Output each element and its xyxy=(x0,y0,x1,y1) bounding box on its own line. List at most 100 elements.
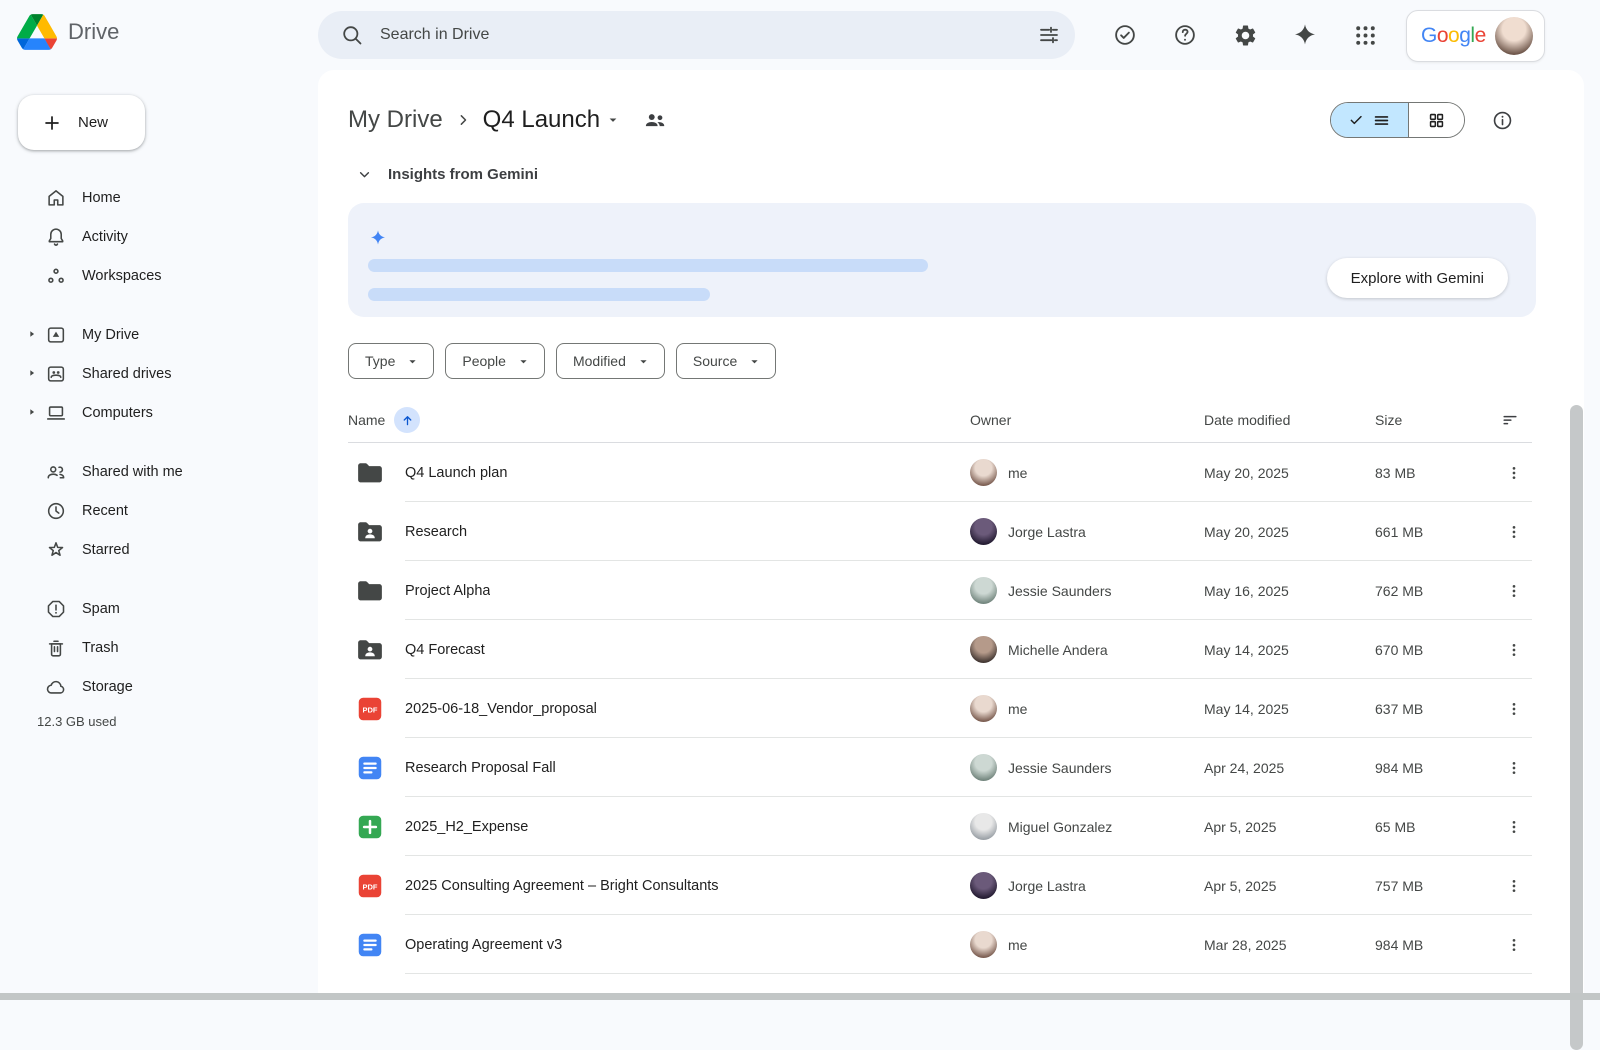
file-row[interactable]: ResearchJorge LastraMay 20, 2025661 MB xyxy=(348,502,1532,561)
date-modified: May 16, 2025 xyxy=(1204,583,1375,599)
sidebar-item-shared-with-me[interactable]: Shared with me xyxy=(0,452,306,491)
column-header-modified[interactable]: Date modified xyxy=(1204,412,1375,428)
filter-chip-people[interactable]: People xyxy=(445,343,545,379)
column-header-owner[interactable]: Owner xyxy=(970,412,1204,428)
chevron-down-icon xyxy=(356,166,373,183)
breadcrumb-current[interactable]: Q4 Launch xyxy=(483,106,622,134)
row-more-options-icon[interactable] xyxy=(1500,518,1528,546)
breadcrumb: My Drive Q4 Launch xyxy=(348,98,1514,142)
file-row[interactable]: PDF 2025 Consulting Agreement – Bright Co… xyxy=(348,856,1532,915)
owner-cell: me xyxy=(970,459,1204,486)
settings-gear-icon[interactable] xyxy=(1223,13,1267,57)
grid-view-toggle[interactable] xyxy=(1408,103,1464,137)
details-info-icon[interactable] xyxy=(1491,109,1514,132)
people-icon xyxy=(45,461,67,483)
chevron-down-icon xyxy=(405,354,420,369)
gemini-blue-sparkle-icon xyxy=(369,229,387,247)
sidebar-item-activity[interactable]: Activity xyxy=(0,217,306,256)
owner-cell: me xyxy=(970,931,1204,958)
owner-avatar xyxy=(970,931,997,958)
doc-icon xyxy=(355,930,385,960)
expand-caret-icon[interactable] xyxy=(27,329,37,339)
sidebar-item-computers[interactable]: Computers xyxy=(0,393,306,432)
file-row[interactable]: Project AlphaJessie SaundersMay 16, 2025… xyxy=(348,561,1532,620)
search-input[interactable] xyxy=(372,26,1029,44)
file-row[interactable]: Operating Agreement v3meMar 28, 2025984 … xyxy=(348,915,1532,974)
file-row[interactable]: 2025_H2_ExpenseMiguel GonzalezApr 5, 202… xyxy=(348,797,1532,856)
row-more-options-icon[interactable] xyxy=(1500,813,1528,841)
folder-shared-members-icon[interactable] xyxy=(642,107,668,133)
apps-grid-icon[interactable] xyxy=(1343,13,1387,57)
search-icon[interactable] xyxy=(332,15,372,55)
sidebar-item-label: Recent xyxy=(82,503,128,519)
row-more-options-icon[interactable] xyxy=(1500,459,1528,487)
approvals-check-circle-icon[interactable] xyxy=(1103,13,1147,57)
file-name: Operating Agreement v3 xyxy=(405,937,562,953)
column-header-size[interactable]: Size xyxy=(1375,412,1500,428)
owner-name: Jessie Saunders xyxy=(1008,583,1112,599)
sort-ascending-icon[interactable] xyxy=(394,407,420,433)
filter-chip-modified[interactable]: Modified xyxy=(556,343,665,379)
grid-view-icon xyxy=(1427,111,1446,130)
topbar-actions xyxy=(1103,13,1387,57)
list-view-toggle[interactable] xyxy=(1331,103,1408,137)
profile-avatar[interactable] xyxy=(1495,17,1533,55)
file-row[interactable]: Research Proposal FallJessie SaundersApr… xyxy=(348,738,1532,797)
owner-avatar xyxy=(970,754,997,781)
file-row[interactable]: PDF2025-06-18_Vendor_proposalmeMay 14, 2… xyxy=(348,679,1532,738)
file-row[interactable]: Q4 Launch planmeMay 20, 202583 MB xyxy=(348,443,1532,502)
expand-caret-icon[interactable] xyxy=(27,368,37,378)
new-button[interactable]: New xyxy=(18,95,145,150)
row-more-options-icon[interactable] xyxy=(1500,754,1528,782)
file-name: Research Proposal Fall xyxy=(405,760,556,776)
owner-avatar xyxy=(970,872,997,899)
file-name: 2025 Consulting Agreement – Bright Consu… xyxy=(405,878,719,894)
row-more-options-icon[interactable] xyxy=(1500,577,1528,605)
insights-header[interactable]: Insights from Gemini xyxy=(356,166,538,183)
sidebar-item-recent[interactable]: Recent xyxy=(0,491,306,530)
layout-toggle xyxy=(1330,102,1465,138)
sort-options-icon[interactable] xyxy=(1500,410,1520,430)
sidebar-item-shared-drives[interactable]: Shared drives xyxy=(0,354,306,393)
sidebar-item-trash[interactable]: Trash xyxy=(0,628,306,667)
file-table-header: Name Owner Date modified Size xyxy=(348,398,1532,443)
folder-menu-caret-icon xyxy=(604,111,622,129)
row-more-options-icon[interactable] xyxy=(1500,695,1528,723)
vertical-scrollbar[interactable] xyxy=(1570,405,1583,1050)
drive-brand[interactable]: Drive xyxy=(17,14,119,50)
gemini-sparkle-icon[interactable] xyxy=(1283,13,1327,57)
sidebar-item-home[interactable]: Home xyxy=(0,178,306,217)
column-header-name[interactable]: Name xyxy=(348,407,970,433)
sidebar-item-my-drive[interactable]: My Drive xyxy=(0,315,306,354)
owner-cell: Michelle Andera xyxy=(970,636,1204,663)
new-button-label: New xyxy=(78,114,108,131)
account-chip[interactable]: Google xyxy=(1406,10,1545,62)
breadcrumb-parent[interactable]: My Drive xyxy=(348,106,443,134)
svg-text:PDF: PDF xyxy=(363,882,378,891)
row-more-options-icon[interactable] xyxy=(1500,636,1528,664)
file-name: Q4 Launch plan xyxy=(405,465,507,481)
date-modified: May 14, 2025 xyxy=(1204,701,1375,717)
search-bar[interactable] xyxy=(318,11,1075,59)
row-more-options-icon[interactable] xyxy=(1500,872,1528,900)
expand-caret-icon[interactable] xyxy=(27,407,37,417)
explore-with-gemini-button[interactable]: Explore with Gemini xyxy=(1327,258,1508,298)
filter-chip-source[interactable]: Source xyxy=(676,343,776,379)
chevron-down-icon xyxy=(747,354,762,369)
sidebar-item-starred[interactable]: Starred xyxy=(0,530,306,569)
help-icon[interactable] xyxy=(1163,13,1207,57)
owner-name: me xyxy=(1008,465,1027,481)
file-name: Q4 Forecast xyxy=(405,642,485,658)
filter-chip-type[interactable]: Type xyxy=(348,343,434,379)
sidebar-item-workspaces[interactable]: Workspaces xyxy=(0,256,306,295)
sidebar-item-storage[interactable]: Storage xyxy=(0,667,306,706)
date-modified: Apr 5, 2025 xyxy=(1204,878,1375,894)
file-row[interactable]: Q4 ForecastMichelle AnderaMay 14, 202567… xyxy=(348,620,1532,679)
sidebar-group: My DriveShared drivesComputers xyxy=(0,315,306,432)
sidebar-item-spam[interactable]: Spam xyxy=(0,589,306,628)
file-name-cell: Operating Agreement v3 xyxy=(348,930,970,960)
file-name: Research xyxy=(405,524,467,540)
row-more-options-icon[interactable] xyxy=(1500,931,1528,959)
search-options-icon[interactable] xyxy=(1029,15,1069,55)
cloud-icon xyxy=(45,676,67,698)
